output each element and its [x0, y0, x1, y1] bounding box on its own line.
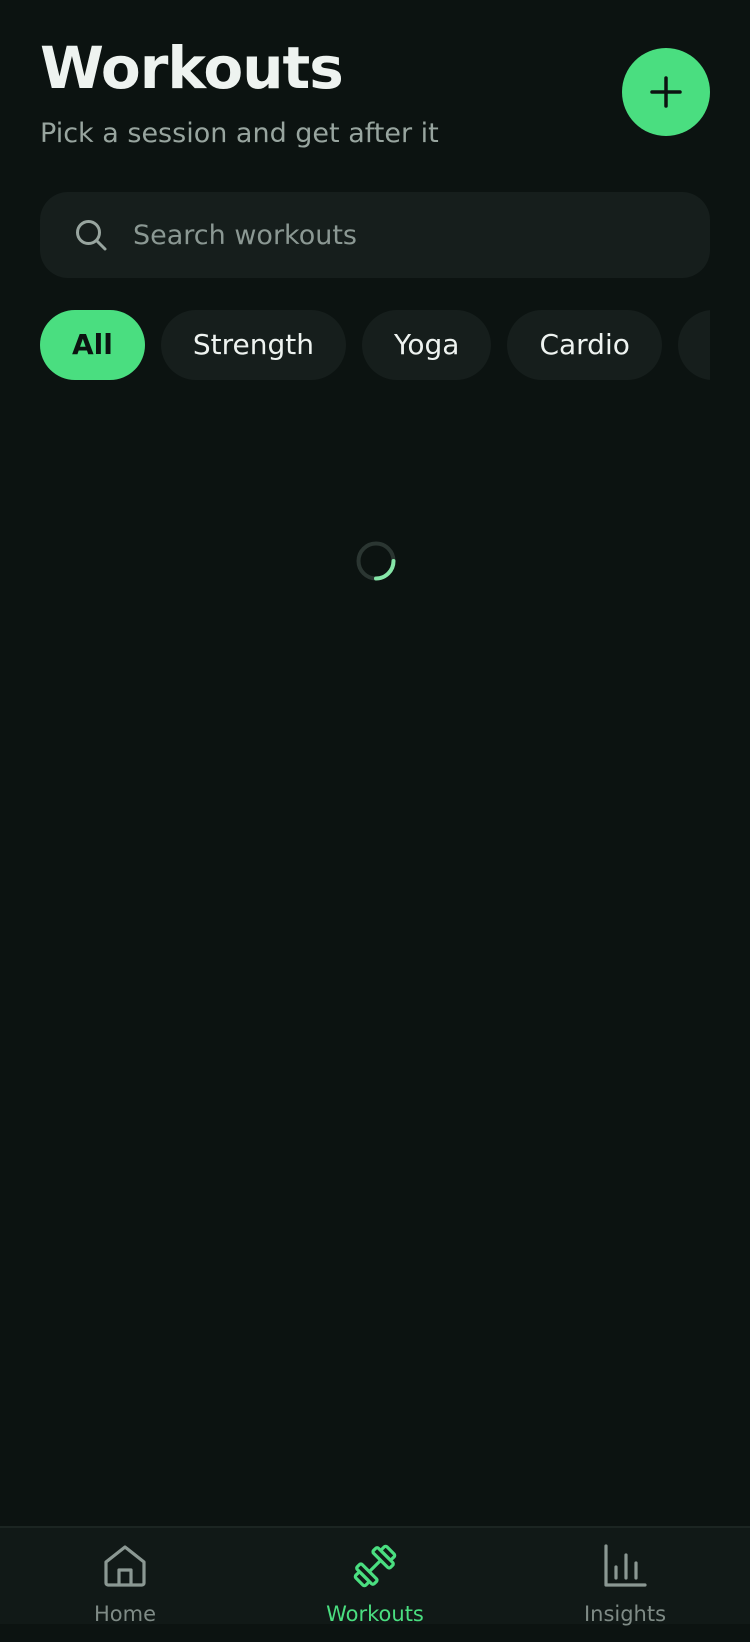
dumbbell-icon [351, 1542, 399, 1590]
chip-cardio[interactable]: Cardio [507, 310, 662, 380]
search-icon [73, 217, 109, 253]
loading-spinner [355, 540, 397, 582]
add-workout-button[interactable] [622, 48, 710, 136]
page-header: Workouts Pick a session and get after it [40, 30, 600, 152]
search-bar[interactable] [40, 192, 710, 278]
page-subtitle: Pick a session and get after it [40, 118, 439, 149]
plus-icon [650, 76, 682, 108]
page-title: Workouts [40, 34, 344, 102]
bar-chart-icon [601, 1542, 649, 1590]
chip-all[interactable]: All [40, 310, 145, 380]
nav-item-workouts[interactable]: Workouts [275, 1542, 475, 1642]
chip-yoga[interactable]: Yoga [362, 310, 492, 380]
chip-hiit[interactable]: HIIT [677, 310, 710, 380]
category-filter-chips: All Strength Yoga Cardio HIIT [40, 310, 710, 380]
home-icon [101, 1542, 149, 1590]
nav-item-home[interactable]: Home [25, 1542, 225, 1642]
spinner-icon [356, 541, 396, 581]
search-input[interactable] [131, 204, 710, 266]
bottom-navigation: Home Workouts Insights [0, 1526, 750, 1626]
nav-item-insights[interactable]: Insights [525, 1542, 725, 1642]
chip-strength[interactable]: Strength [160, 310, 346, 380]
